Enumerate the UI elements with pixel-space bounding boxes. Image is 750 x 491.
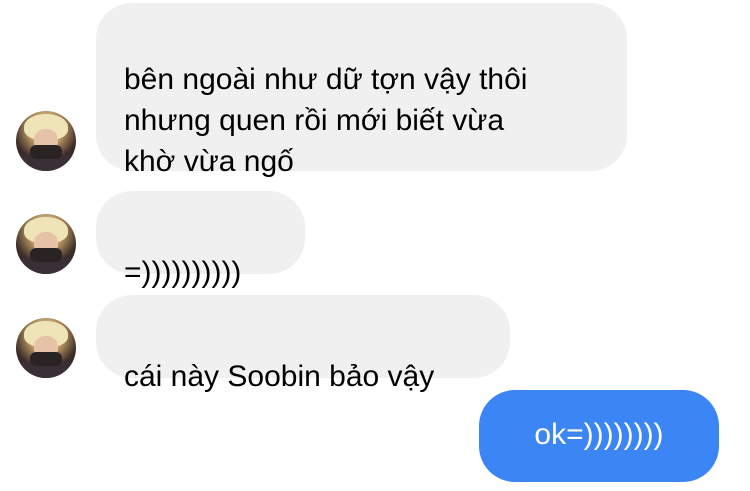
outgoing-message-bubble[interactable]: ok=)))))))) [479,390,719,482]
contact-avatar-icon[interactable] [16,214,76,274]
message-text: =)))))))))) [124,256,242,289]
message-text: ok=)))))))) [534,417,664,451]
incoming-message-bubble[interactable]: cái này Soobin bảo vậy [96,295,510,393]
incoming-message-bubble[interactable]: bên ngoài như dữ tợn vậy thôi nhưng quen… [96,3,627,178]
avatar-hand [30,352,62,366]
contact-avatar-icon[interactable] [16,318,76,378]
contact-avatar-icon[interactable] [16,111,76,171]
incoming-message-bubble[interactable]: =)))))))))) [96,191,305,289]
avatar-hand [30,248,62,262]
message-text: bên ngoài như dữ tợn vậy thôi nhưng quen… [124,63,528,178]
avatar-hand [30,145,62,159]
message-text: cái này Soobin bảo vậy [124,360,435,393]
